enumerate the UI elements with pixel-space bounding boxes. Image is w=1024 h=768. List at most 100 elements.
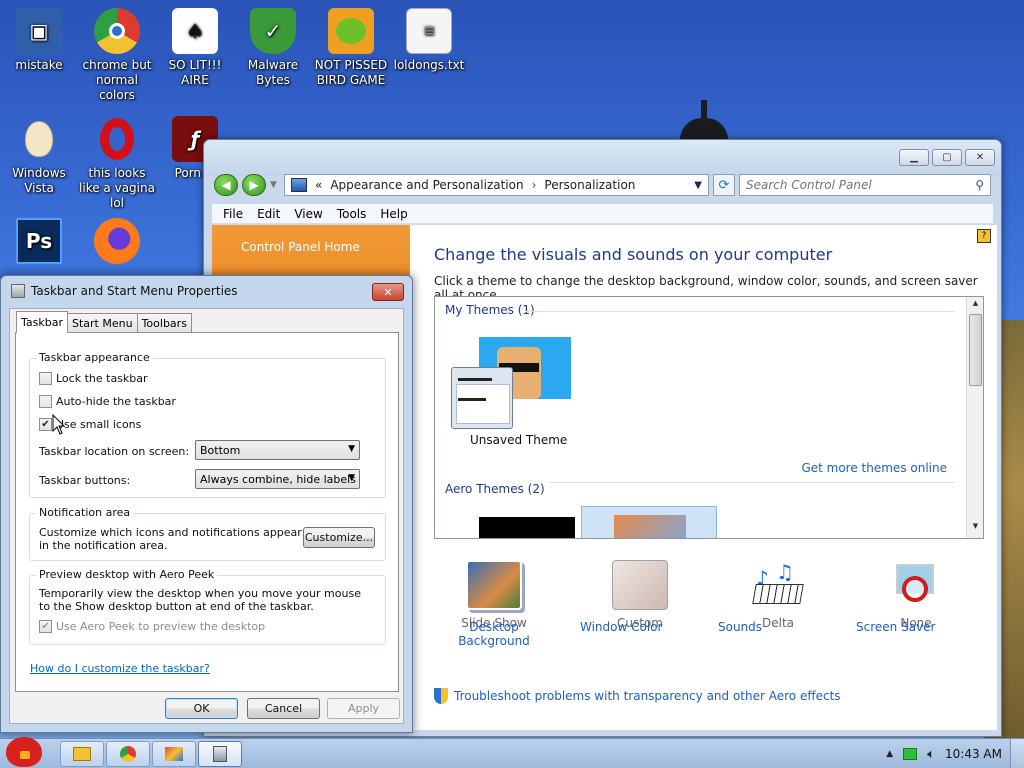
lock-taskbar-checkbox[interactable]: Lock the taskbar	[39, 372, 148, 385]
aero-peek-text: Temporarily view the desktop when you mo…	[39, 587, 361, 613]
desktop-icon-label: Windows Vista	[12, 166, 66, 195]
notification-area-group: Notification area Customize which icons …	[29, 506, 386, 561]
taskbar-properties-dialog[interactable]: Taskbar and Start Menu Properties ✕ Task…	[0, 275, 413, 733]
desktop-icon-windows-vista[interactable]: Windows Vista	[0, 116, 78, 196]
checkbox-box-checked[interactable]: ✔	[39, 418, 52, 431]
menu-help[interactable]: Help	[373, 207, 414, 221]
desktop-icon-firefox[interactable]	[78, 218, 156, 268]
search-input[interactable]	[746, 178, 976, 192]
checkbox-box-checked[interactable]: ✔	[39, 620, 52, 633]
window-color-label[interactable]: Window Color	[580, 620, 662, 634]
back-button[interactable]: ◀	[214, 174, 238, 196]
tab-taskbar[interactable]: Taskbar	[16, 311, 68, 333]
minimize-button[interactable]: ▁	[899, 149, 929, 166]
desktop-icon-solitaire[interactable]: ♠ SO LIT!!! AIRE	[156, 8, 234, 88]
desktop-icon-opera[interactable]: this looks like a vagina lol	[78, 116, 156, 211]
troubleshoot-link[interactable]: Troubleshoot problems with transparency …	[434, 688, 841, 704]
search-box[interactable]: ⚲	[739, 174, 991, 196]
taskbar-buttons-label: Taskbar buttons:	[39, 474, 131, 487]
small-icons-label[interactable]: Use small icons	[56, 418, 141, 431]
clock[interactable]: 10:43 AM	[945, 747, 1002, 761]
customize-button[interactable]: Customize...	[303, 527, 375, 548]
desktop-icon-label: loldongs.txt	[393, 58, 465, 72]
cancel-button[interactable]: Cancel	[247, 698, 320, 719]
desktop-icon-loldongs[interactable]: ≡ loldongs.txt	[390, 8, 468, 73]
taskbar-chrome-button[interactable]	[106, 741, 150, 767]
themes-scrollbar[interactable]: ▲ ▼	[966, 297, 983, 538]
mouse-cursor-icon	[52, 414, 66, 435]
checkbox-box[interactable]	[39, 372, 52, 385]
show-hidden-icons-icon[interactable]: ▲	[886, 749, 893, 759]
breadcrumb-overflow[interactable]: «	[315, 178, 322, 192]
menu-edit[interactable]: Edit	[250, 207, 287, 221]
taskbar-paint-button[interactable]	[152, 741, 196, 767]
themes-list[interactable]: My Themes (1) Unsaved Theme Get more the…	[434, 296, 984, 539]
volume-icon[interactable]: 🔈︎	[927, 747, 935, 762]
dialog-tabs: Taskbar Start Menu Toolbars	[16, 311, 192, 333]
apply-button[interactable]: Apply	[327, 698, 400, 719]
start-button[interactable]	[2, 731, 46, 768]
scroll-up-icon[interactable]: ▲	[967, 299, 983, 313]
troubleshoot-label[interactable]: Troubleshoot problems with transparency …	[454, 689, 841, 703]
control-panel-titlebar[interactable]: ▁ ▢ ✕	[204, 140, 1001, 176]
aero-theme-tile-selected[interactable]	[581, 506, 717, 538]
taskbar-buttons-select[interactable]: Always combine, hide labels ▼	[195, 469, 360, 489]
breadcrumb-separator[interactable]: ›	[532, 178, 537, 192]
auto-hide-label[interactable]: Auto-hide the taskbar	[56, 395, 176, 408]
search-icon[interactable]: ⚲	[975, 178, 984, 192]
control-panel-home-link[interactable]: Control Panel Home	[241, 240, 360, 254]
get-more-themes-link[interactable]: Get more themes online	[801, 461, 947, 475]
aero-theme-tile[interactable]	[479, 517, 575, 538]
desktop-background-label[interactable]: Desktop Background	[434, 620, 554, 648]
network-icon[interactable]	[903, 748, 918, 760]
taskbar-explorer-button[interactable]	[60, 741, 104, 767]
customize-help-link[interactable]: How do I customize the taskbar?	[30, 662, 210, 675]
taskbar-properties-button[interactable]	[198, 741, 242, 767]
desktop-icon-label: chrome but normal colors	[82, 58, 152, 102]
ok-button[interactable]: OK	[165, 698, 238, 719]
scroll-down-icon[interactable]: ▼	[967, 522, 983, 536]
menu-bar: File Edit View Tools Help	[212, 204, 993, 224]
taskbar-buttons-value: Always combine, hide labels	[200, 472, 356, 486]
menu-tools[interactable]: Tools	[330, 207, 374, 221]
window-color-icon	[612, 560, 668, 610]
dialog-titlebar[interactable]: Taskbar and Start Menu Properties	[11, 284, 238, 298]
sounds-label[interactable]: Sounds	[718, 620, 762, 634]
recent-pages-icon[interactable]: ▼	[270, 180, 280, 190]
maximize-button[interactable]: ▢	[932, 149, 962, 166]
window-color-setting[interactable]: Window Color Custom	[580, 560, 700, 634]
breadcrumb-personalization[interactable]: Personalization	[544, 178, 635, 192]
checkbox-box[interactable]	[39, 395, 52, 408]
sounds-setting[interactable]: ♪ ♫ Sounds Delta	[718, 560, 838, 634]
breadcrumb-appearance[interactable]: Appearance and Personalization	[330, 178, 523, 192]
desktop-icon-mistake[interactable]: ▣ mistake	[0, 8, 78, 73]
forward-button[interactable]: ▶	[242, 174, 266, 196]
tab-start-menu[interactable]: Start Menu	[67, 313, 138, 333]
chevron-down-icon[interactable]: ▼	[348, 473, 355, 483]
desktop-background-setting[interactable]: Desktop Background Slide Show	[434, 560, 554, 648]
tab-toolbars[interactable]: Toolbars	[136, 313, 192, 333]
menu-view[interactable]: View	[287, 207, 329, 221]
firefox-icon	[94, 218, 140, 264]
desktop-icon-bird-game[interactable]: NOT PISSED BIRD GAME	[312, 8, 390, 88]
auto-hide-checkbox[interactable]: Auto-hide the taskbar	[39, 395, 176, 408]
menu-file[interactable]: File	[216, 207, 250, 221]
desktop-icon-malwarebytes[interactable]: ✓ Malware Bytes	[234, 8, 312, 88]
address-dropdown-icon[interactable]: ▼	[694, 180, 702, 191]
aero-peek-label[interactable]: Use Aero Peek to preview the desktop	[56, 620, 265, 633]
aero-peek-checkbox[interactable]: ✔ Use Aero Peek to preview the desktop	[39, 620, 265, 633]
taskbar-location-select[interactable]: Bottom ▼	[195, 440, 360, 460]
close-button[interactable]: ✕	[965, 149, 995, 166]
desktop-icon-photoshop[interactable]: Ps	[0, 218, 78, 268]
desktop-icon-chrome[interactable]: chrome but normal colors	[78, 8, 156, 103]
refresh-button[interactable]: ⟳	[713, 174, 735, 196]
help-icon[interactable]: ?	[977, 229, 991, 243]
lock-taskbar-label[interactable]: Lock the taskbar	[56, 372, 148, 385]
address-bar[interactable]: « Appearance and Personalization › Perso…	[284, 174, 709, 196]
show-desktop-button[interactable]	[1010, 739, 1024, 768]
screen-saver-setting[interactable]: Screen Saver None	[856, 560, 976, 634]
screen-saver-label[interactable]: Screen Saver	[856, 620, 935, 634]
scrollbar-thumb[interactable]	[969, 314, 982, 386]
chevron-down-icon[interactable]: ▼	[348, 444, 355, 454]
dialog-close-button[interactable]: ✕	[372, 283, 404, 301]
